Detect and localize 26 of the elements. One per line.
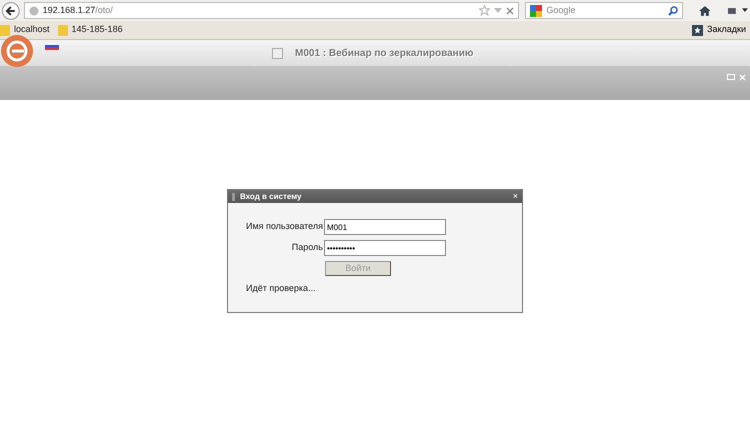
search-field[interactable]: Google — [525, 2, 683, 19]
close-icon[interactable] — [506, 6, 514, 14]
url-text: 192.168.1.27/oto/ — [42, 4, 113, 17]
bookmarks-menu[interactable]: Закладки — [707, 23, 746, 37]
bookmark-link[interactable]: 145-185-186 — [72, 23, 123, 37]
field-label: Пароль — [290, 241, 323, 254]
google-icon[interactable] — [530, 4, 542, 16]
home-icon[interactable] — [698, 4, 710, 16]
close-button[interactable]: × — [512, 192, 518, 201]
status-text: Идёт проверка... — [246, 282, 317, 295]
search-icon[interactable] — [668, 6, 678, 16]
app-title: M001 : Вебинар по зеркалированию — [295, 46, 474, 60]
search-placeholder: Google — [546, 4, 576, 17]
address-bar[interactable]: 192.168.1.27/oto/ — [24, 2, 520, 19]
dialog-title: Вход в систему — [240, 190, 302, 202]
logo-icon — [0, 34, 34, 68]
flag-icon[interactable] — [45, 42, 59, 50]
grip-icon — [232, 192, 235, 200]
username-field[interactable]: M001 — [324, 219, 446, 235]
back-icon[interactable] — [2, 2, 20, 20]
field-label: Имя пользователя — [244, 220, 323, 234]
star-icon[interactable] — [479, 5, 490, 16]
bookmarks-icon[interactable] — [692, 24, 704, 36]
dropdown-icon[interactable] — [742, 8, 748, 13]
bookmark-link[interactable]: localhost — [14, 23, 50, 37]
password-field[interactable]: •••••••••• — [324, 240, 446, 256]
